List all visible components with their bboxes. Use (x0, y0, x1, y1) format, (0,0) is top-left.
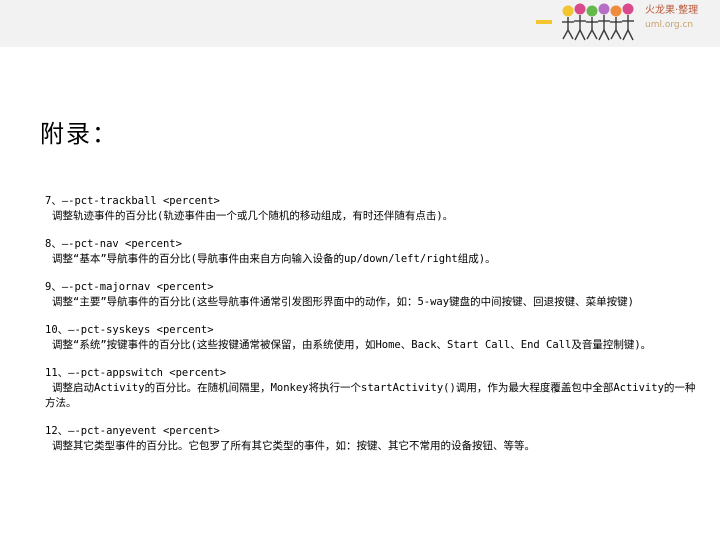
option-description: 调整“基本”导航事件的百分比(导航事件由来自方向输入设备的up/down/lef… (52, 253, 496, 265)
colorful-people-logo-icon (536, 3, 634, 41)
option-command: 11、–-pct-appswitch <percent> (45, 367, 227, 379)
list-item: 11、–-pct-appswitch <percent> 调整启动Activit… (45, 366, 705, 411)
option-command: 8、–-pct-nav <percent> (45, 238, 182, 250)
option-command: 12、–-pct-anyevent <percent> (45, 425, 220, 437)
option-description: 调整“主要”导航事件的百分比(这些导航事件通常引发图形界面中的动作，如：5-wa… (52, 296, 634, 308)
list-item: 10、–-pct-syskeys <percent> 调整“系统”按键事件的百分… (45, 323, 705, 353)
list-item: 9、–-pct-majornav <percent> 调整“主要”导航事件的百分… (45, 280, 705, 310)
option-command: 10、–-pct-syskeys <percent> (45, 324, 214, 336)
list-item: 8、–-pct-nav <percent> 调整“基本”导航事件的百分比(导航事… (45, 237, 705, 267)
option-command: 9、–-pct-majornav <percent> (45, 281, 214, 293)
brand-name: 火龙果·整理 (645, 5, 699, 16)
page-title: 附录： (40, 120, 118, 148)
list-item: 7、–-pct-trackball <percent> 调整轨迹事件的百分比(轨… (45, 194, 705, 224)
brand-url[interactable]: uml.org.cn (645, 18, 717, 32)
option-description: 调整其它类型事件的百分比。它包罗了所有其它类型的事件，如：按键、其它不常用的设备… (52, 440, 535, 452)
list-item: 12、–-pct-anyevent <percent> 调整其它类型事件的百分比… (45, 424, 705, 454)
appendix-list: 7、–-pct-trackball <percent> 调整轨迹事件的百分比(轨… (45, 194, 705, 467)
option-command: 7、–-pct-trackball <percent> (45, 195, 220, 207)
brand-block: 火龙果·整理 uml.org.cn (645, 4, 717, 32)
option-description: 调整“系统”按键事件的百分比(这些按键通常被保留，由系统使用，如Home、Bac… (52, 339, 652, 351)
option-description: 调整启动Activity的百分比。在随机间隔里，Monkey将执行一个start… (45, 382, 696, 409)
option-description: 调整轨迹事件的百分比(轨迹事件由一个或几个随机的移动组成，有时还伴随有点击)。 (52, 210, 454, 222)
